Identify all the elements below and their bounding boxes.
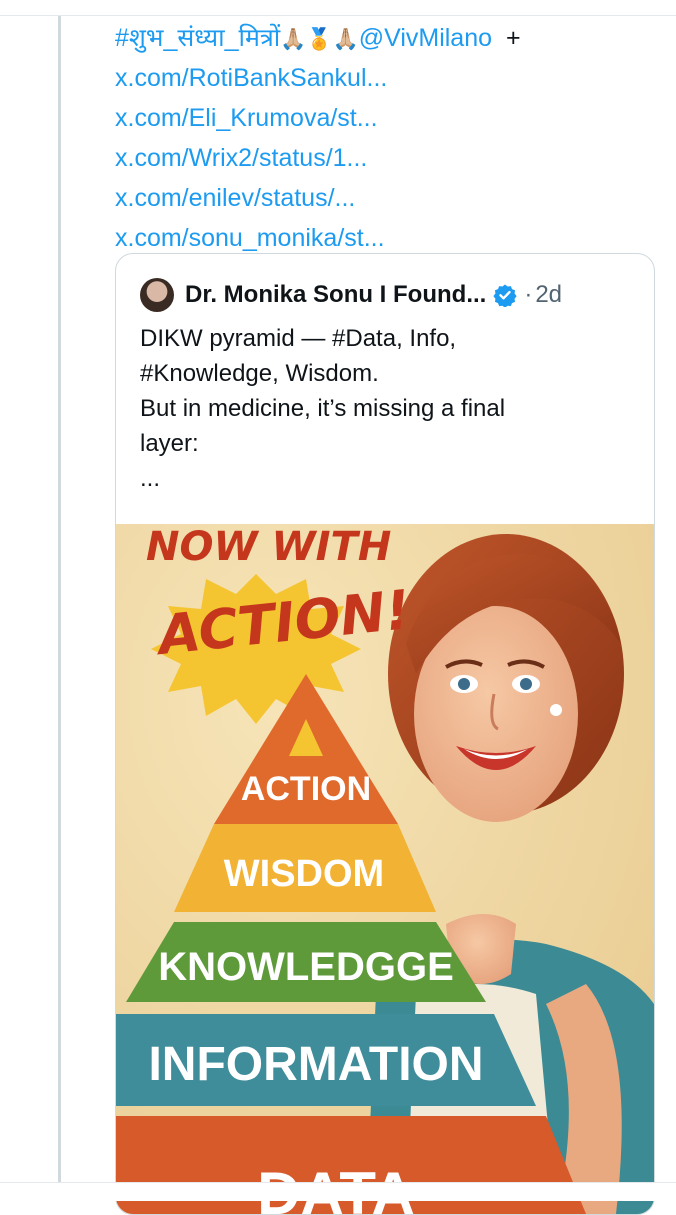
quoted-post-card[interactable]: Dr. Monika Sonu I Found... · 2d DIKW pyr… [115, 253, 655, 1215]
plus-sign: + [506, 24, 521, 52]
thread-connector-line [58, 16, 61, 1182]
quoted-post-text: DIKW pyramid — #Data, Info, #Knowledge, … [140, 321, 640, 496]
top-divider [0, 0, 676, 16]
verified-badge-icon [493, 284, 517, 307]
headline-top: NOW WITH [146, 524, 391, 570]
bottom-divider [0, 1182, 676, 1201]
pyramid-label-information: INFORMATION [148, 1038, 483, 1091]
separator-dot: · [524, 281, 533, 308]
post-image[interactable]: NOW WITH ACTION! ACTION WISDOM KNOWLEDGG… [116, 524, 654, 1214]
author-name[interactable]: Dr. Monika Sonu I Found... [185, 281, 486, 309]
text-line: ... [140, 465, 161, 492]
emoji-group: 🙏🏼🏅🙏🏼 [280, 28, 359, 51]
iris-right [520, 678, 532, 690]
iris-left [458, 678, 470, 690]
pyramid-label-knowledge: KNOWLEDGGE [158, 945, 454, 989]
hashtag-link[interactable]: #शुभ_संध्या_मित्रों [115, 24, 280, 52]
post-body: #शुभ_संध्या_मित्रों🙏🏼🏅🙏🏼@VivMilano + x.co… [115, 18, 675, 258]
quoted-post-header: Dr. Monika Sonu I Found... · 2d [140, 278, 562, 312]
url-link[interactable]: x.com/enilev/status/... [115, 178, 675, 218]
pyramid-label-wisdom: WISDOM [224, 853, 384, 895]
avatar[interactable] [140, 278, 174, 312]
url-link[interactable]: x.com/Eli_Krumova/st... [115, 98, 675, 138]
text-line: #Knowledge, Wisdom. [140, 360, 379, 387]
text-line: DIKW pyramid — #Data, Info, [140, 325, 457, 352]
timestamp[interactable]: 2d [535, 281, 562, 309]
mention-link[interactable]: @VivMilano [359, 24, 492, 52]
url-link[interactable]: x.com/Wrix2/status/1... [115, 138, 675, 178]
pyramid-label-action: ACTION [241, 770, 371, 808]
text-line: layer: [140, 430, 199, 457]
hashtag-line: #शुभ_संध्या_मित्रों🙏🏼🏅🙏🏼@VivMilano + [115, 18, 675, 58]
url-link[interactable]: x.com/sonu_monika/st... [115, 218, 675, 258]
text-line: But in medicine, it’s missing a final [140, 395, 506, 422]
url-link[interactable]: x.com/RotiBankSankul... [115, 58, 675, 98]
earring [550, 704, 562, 716]
